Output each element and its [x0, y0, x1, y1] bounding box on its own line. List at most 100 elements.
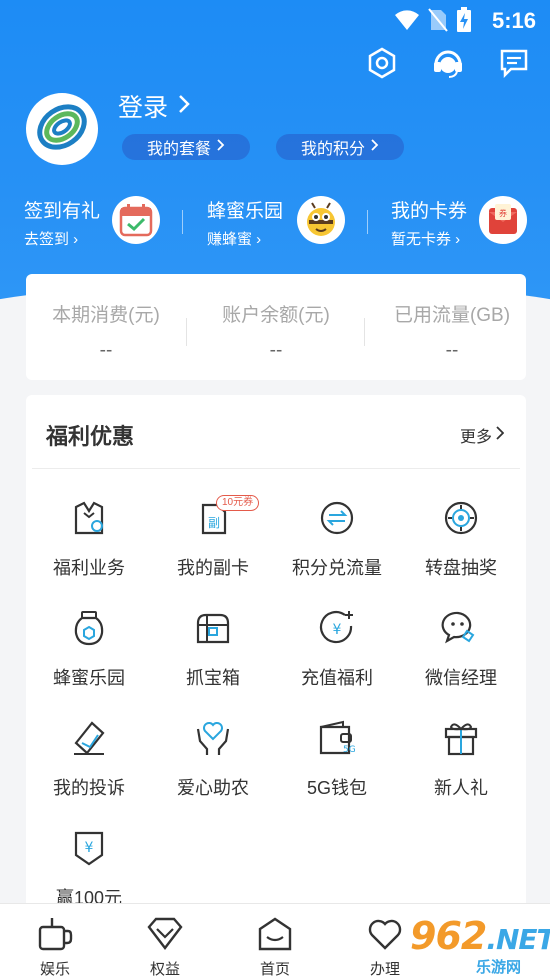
chevron-right-icon: [496, 425, 505, 445]
more-label: 更多: [459, 429, 492, 446]
bee-icon: [297, 196, 345, 244]
grid-item-points-to-data[interactable]: 积分兑流量: [274, 498, 400, 598]
grid-item-my-sub-card[interactable]: 副 我的副卡: [150, 498, 276, 598]
chevron-right-icon: [217, 138, 225, 156]
nav-home[interactable]: 首页: [220, 904, 330, 979]
battery-charging-icon: [456, 7, 472, 38]
wheel-icon: [441, 498, 481, 538]
chevron-right-icon: [178, 92, 190, 121]
clock: 5:16: [491, 8, 536, 33]
watermark-logo: 962.NET: [410, 914, 550, 958]
nav-entertainment[interactable]: 娱乐: [0, 904, 110, 979]
customer-service-icon[interactable]: [430, 45, 466, 81]
gift-icon: [441, 718, 481, 758]
more-link[interactable]: 更多: [459, 423, 505, 447]
quick-sub: 暂无卡券 ›: [391, 231, 461, 248]
stat-value: --: [269, 340, 283, 361]
message-icon[interactable]: [496, 45, 532, 81]
home-icon: [255, 914, 295, 954]
nav-benefits[interactable]: 权益: [110, 904, 220, 979]
divider: [367, 210, 368, 234]
my-points-label: 我的积分: [300, 141, 365, 158]
nav-label: 娱乐: [39, 961, 70, 978]
grid-label: 积分兑流量: [292, 558, 382, 578]
cup-icon: [35, 914, 75, 954]
welfare-card: 福利优惠 更多 福利业务 副 我的副卡 积分兑流量 转盘抽奖 蜂蜜乐园 抓宝箱 …: [26, 395, 526, 915]
heart-icon: [365, 914, 405, 954]
divider: [182, 210, 183, 234]
svg-text:副: 副: [208, 516, 220, 530]
section-title: 福利优惠: [46, 424, 135, 449]
stat-value: --: [445, 340, 459, 361]
grid-label: 抓宝箱: [186, 668, 240, 688]
grid-item-lucky-wheel[interactable]: 转盘抽奖: [398, 498, 524, 598]
coupon-badge: 10元券: [216, 495, 260, 511]
quick-title: 签到有礼: [24, 201, 101, 222]
divider: [186, 318, 187, 346]
stat-label: 账户余额(元): [222, 305, 330, 326]
calendar-check-icon: [112, 196, 160, 244]
status-bar: 5:16: [0, 0, 550, 40]
yuan-shield-icon: ¥: [69, 828, 109, 868]
diamond-icon: [145, 914, 185, 954]
grid-label: 新人礼: [434, 778, 488, 798]
nav-label: 权益: [149, 961, 180, 978]
svg-text:¥: ¥: [85, 840, 94, 856]
grid-label: 我的投诉: [53, 778, 125, 798]
grid-item-newcomer-gift[interactable]: 新人礼: [398, 718, 524, 818]
watermark-sub: 乐游网: [476, 959, 522, 976]
my-points-chip[interactable]: 我的积分: [276, 134, 404, 160]
grid-label: 微信经理: [425, 668, 497, 688]
account-stats-card: 本期消费(元) -- 账户余额(元) -- 已用流量(GB) --: [26, 274, 526, 380]
grid-item-5g-wallet[interactable]: 5G 5G钱包: [274, 718, 400, 818]
grid-item-bee-paradise[interactable]: 蜂蜜乐园: [26, 608, 152, 708]
honey-jar-icon: [69, 608, 109, 648]
complaint-icon: [69, 718, 109, 758]
my-plan-label: 我的套餐: [146, 141, 211, 158]
heart-hands-icon: [193, 718, 233, 758]
chevron-right-icon: [371, 138, 379, 156]
stat-balance[interactable]: 账户余额(元) --: [196, 274, 356, 380]
grid-item-treasure-box[interactable]: 抓宝箱: [150, 608, 276, 708]
grid-item-wechat-manager[interactable]: 微信经理: [398, 608, 524, 708]
stat-data-used[interactable]: 已用流量(GB) --: [372, 274, 532, 380]
grid-item-recharge-welfare[interactable]: ¥ 充值福利: [274, 608, 400, 708]
grid-label: 5G钱包: [306, 778, 367, 798]
grid-item-my-complaints[interactable]: 我的投诉: [26, 718, 152, 818]
divider: [32, 468, 520, 469]
exchange-icon: [317, 498, 357, 538]
nav-label: 首页: [259, 961, 290, 978]
wechat-icon: [441, 608, 481, 648]
grid-label: 充值福利: [301, 668, 373, 688]
suit-icon: [69, 498, 109, 538]
wifi-icon: [394, 9, 420, 36]
quick-sub: 去签到 ›: [24, 231, 79, 248]
grid-item-help-farmers[interactable]: 爱心助农: [150, 718, 276, 818]
quick-sub: 赚蜂蜜 ›: [207, 231, 262, 248]
red-envelope-icon: 券: [479, 196, 527, 244]
china-mobile-logo-icon: [33, 98, 91, 161]
grid-label: 我的副卡: [177, 558, 249, 578]
grid-label: 爱心助农: [177, 778, 249, 798]
bee-paradise[interactable]: 蜂蜜乐园 赚蜂蜜 ›: [207, 190, 347, 250]
my-coupons[interactable]: 我的卡券 暂无卡券 › 券: [391, 190, 531, 250]
quick-title: 蜂蜜乐园: [207, 201, 284, 222]
login-link[interactable]: 登录: [118, 88, 190, 124]
treasure-box-icon: [193, 608, 233, 648]
avatar[interactable]: [26, 93, 98, 165]
sign-in-gift[interactable]: 签到有礼 去签到 ›: [24, 190, 164, 250]
stat-label: 已用流量(GB): [393, 305, 511, 326]
grid-label: 转盘抽奖: [425, 558, 497, 578]
settings-hexagon-icon[interactable]: [364, 45, 400, 81]
my-plan-chip[interactable]: 我的套餐: [122, 134, 250, 160]
stat-consumption[interactable]: 本期消费(元) --: [26, 274, 186, 380]
stat-label: 本期消费(元): [52, 305, 160, 326]
svg-text:¥: ¥: [333, 622, 342, 638]
divider: [364, 318, 365, 346]
quick-title: 我的卡券: [391, 201, 468, 222]
no-sim-icon: [428, 8, 448, 37]
wallet-5g-icon: 5G: [317, 718, 357, 758]
site-watermark: 962.NET 乐游网: [410, 910, 550, 979]
svg-text:券: 券: [499, 208, 507, 218]
grid-item-welfare-service[interactable]: 福利业务: [26, 498, 152, 598]
